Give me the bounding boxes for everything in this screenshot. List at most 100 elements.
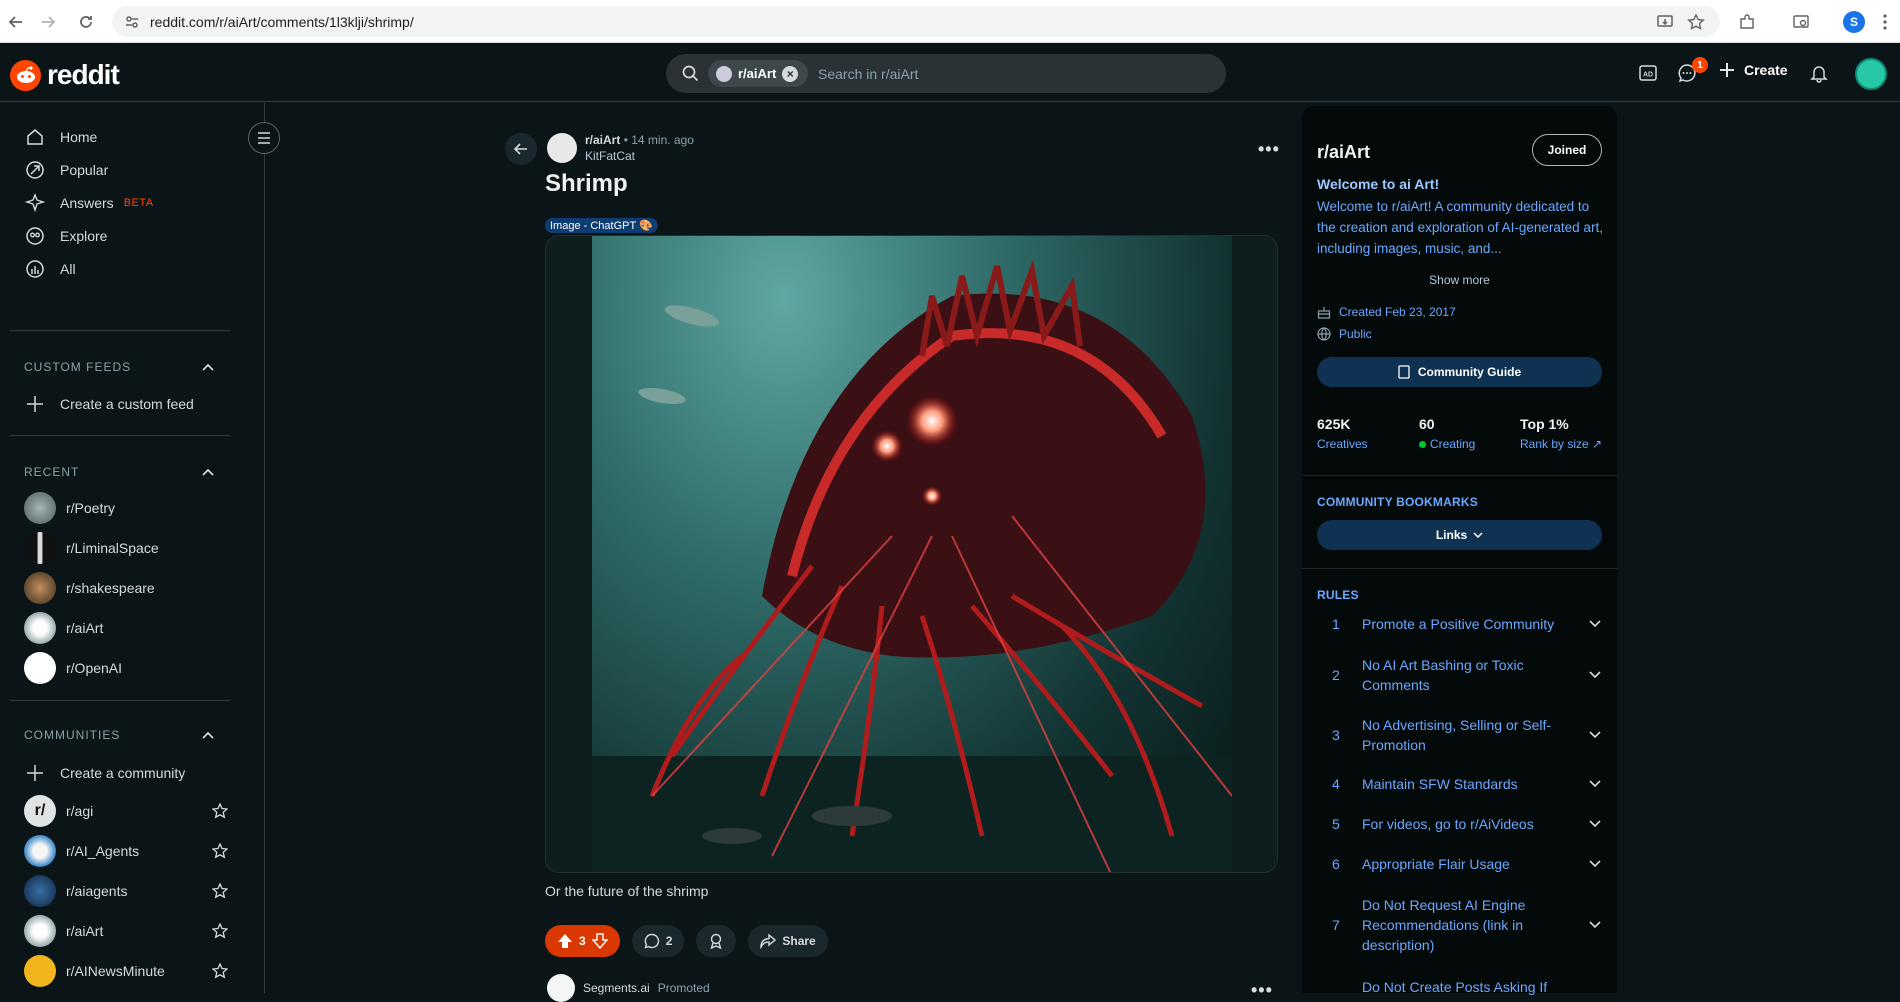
recent-item[interactable]: r/Poetry: [24, 492, 115, 524]
rule-item[interactable]: 3 No Advertising, Selling or Self-Promoti…: [1332, 715, 1602, 755]
communities-header[interactable]: COMMUNITIES: [24, 728, 214, 742]
nav-all[interactable]: All: [24, 258, 76, 280]
nav-home[interactable]: Home: [24, 126, 97, 148]
reddit-logo[interactable]: reddit: [10, 59, 120, 91]
rule-text: Appropriate Flair Usage: [1362, 856, 1510, 872]
community-item[interactable]: r/AI_Agents: [24, 835, 228, 867]
user-avatar[interactable]: [1855, 58, 1887, 90]
subreddit-avatar[interactable]: [547, 133, 577, 163]
post-image-container[interactable]: [545, 235, 1278, 873]
nav-popular[interactable]: Popular: [24, 159, 108, 181]
browser-profile-avatar[interactable]: S: [1843, 11, 1865, 33]
advertise-icon[interactable]: AD: [1636, 61, 1660, 85]
chevron-down-icon: [1589, 820, 1601, 828]
community-name[interactable]: r/aiArt: [1317, 142, 1370, 163]
rules-heading: RULES: [1317, 588, 1359, 602]
post-author[interactable]: KitFatCat: [585, 149, 694, 163]
favorite-star-icon[interactable]: [212, 883, 228, 899]
create-custom-feed[interactable]: Create a custom feed: [24, 393, 194, 415]
community-item[interactable]: r/aiArt: [24, 915, 228, 947]
rule-number: 7: [1332, 917, 1340, 933]
custom-feeds-header[interactable]: CUSTOM FEEDS: [24, 360, 214, 374]
favorite-star-icon[interactable]: [212, 843, 228, 859]
search-bar[interactable]: r/aiArt × Search in r/aiArt: [666, 54, 1226, 93]
links-dropdown[interactable]: Links: [1317, 520, 1602, 550]
community-item[interactable]: r/ r/agi: [24, 795, 228, 827]
collapse-sidebar-button[interactable]: [248, 122, 280, 154]
rule-item[interactable]: Do Not Create Posts Asking If: [1362, 977, 1602, 997]
chat-badge: 1: [1692, 57, 1708, 73]
recent-header[interactable]: RECENT: [24, 465, 214, 479]
extensions-icon[interactable]: [1736, 11, 1758, 33]
rule-number: 3: [1332, 727, 1340, 743]
search-input[interactable]: Search in r/aiArt: [818, 66, 918, 82]
tab-search-icon[interactable]: [1790, 11, 1812, 33]
promoted-post[interactable]: Segments.ai Promoted: [547, 974, 710, 1002]
notification-bell-icon[interactable]: [1807, 61, 1831, 85]
upvote-icon[interactable]: [557, 933, 573, 949]
comments-button[interactable]: 2: [631, 925, 685, 957]
nav-answers[interactable]: Answers BETA: [24, 192, 154, 214]
bookmark-star-icon[interactable]: [1685, 11, 1707, 33]
kebab-menu-icon[interactable]: [1874, 11, 1896, 33]
post-image[interactable]: [592, 236, 1232, 872]
promo-options-icon[interactable]: •••: [1251, 980, 1273, 1001]
chevron-up-icon[interactable]: [202, 468, 214, 476]
chevron-up-icon[interactable]: [202, 363, 214, 371]
post-flair-label: Image - ChatGPT: [550, 219, 637, 232]
recent-item[interactable]: r/aiArt: [24, 612, 103, 644]
community-item[interactable]: r/AINewsMinute: [24, 955, 228, 987]
nav-explore[interactable]: Explore: [24, 225, 107, 247]
forward-arrow-icon[interactable]: [36, 10, 60, 34]
favorite-star-icon[interactable]: [212, 963, 228, 979]
book-icon: [1398, 365, 1410, 379]
recent-item[interactable]: r/shakespeare: [24, 572, 155, 604]
rule-item[interactable]: 1 Promote a Positive Community: [1332, 614, 1602, 634]
back-arrow-icon[interactable]: [4, 10, 28, 34]
post-body: Or the future of the shrimp: [545, 883, 709, 899]
post-subreddit[interactable]: r/aiArt: [585, 133, 620, 147]
share-button[interactable]: Share: [748, 925, 828, 957]
vote-control[interactable]: 3: [545, 925, 620, 957]
post-flair[interactable]: Image - ChatGPT 🎨: [545, 218, 658, 233]
joined-button[interactable]: Joined: [1532, 134, 1602, 166]
rule-item[interactable]: 4 Maintain SFW Standards: [1332, 774, 1602, 794]
award-button[interactable]: [696, 925, 737, 957]
reload-icon[interactable]: [74, 10, 98, 34]
create-button[interactable]: Create: [1718, 61, 1788, 79]
chevron-up-icon[interactable]: [202, 731, 214, 739]
url-text[interactable]: reddit.com/r/aiArt/comments/1l3klji/shri…: [150, 14, 414, 30]
communities-heading: COMMUNITIES: [24, 728, 121, 742]
recent-item[interactable]: r/LiminalSpace: [24, 532, 159, 564]
chevron-down-icon: [1589, 780, 1601, 788]
community-guide-button[interactable]: Community Guide: [1317, 357, 1602, 387]
downvote-icon[interactable]: [591, 933, 608, 949]
community-sidebar: r/aiArt Joined Welcome to ai Art! Welcom…: [1302, 106, 1617, 995]
search-scope-chip[interactable]: r/aiArt ×: [708, 60, 809, 87]
clear-scope-icon[interactable]: ×: [782, 65, 799, 82]
rule-item[interactable]: 6 Appropriate Flair Usage: [1332, 854, 1602, 874]
stat-online: 60 Creating: [1419, 416, 1475, 451]
community-description: Welcome to r/aiArt! A community dedicate…: [1317, 199, 1603, 256]
visibility: Public: [1317, 327, 1372, 341]
community-avatar: [24, 612, 56, 644]
favorite-star-icon[interactable]: [212, 923, 228, 939]
community-item[interactable]: r/aiagents: [24, 875, 228, 907]
post-options-icon[interactable]: •••: [1258, 139, 1280, 160]
back-button[interactable]: [505, 133, 537, 165]
address-bar[interactable]: reddit.com/r/aiArt/comments/1l3klji/shri…: [112, 6, 1720, 37]
rule-number: 5: [1332, 816, 1340, 832]
rule-item[interactable]: 2 No AI Art Bashing or Toxic Comments: [1332, 655, 1602, 695]
recent-item[interactable]: r/OpenAI: [24, 652, 122, 684]
install-app-icon[interactable]: [1654, 11, 1676, 33]
show-more-button[interactable]: Show more: [1302, 273, 1617, 287]
recent-item-label: r/aiArt: [66, 620, 104, 636]
rule-item[interactable]: 5 For videos, go to r/AiVideos: [1332, 814, 1602, 834]
rule-number: 4: [1332, 776, 1340, 792]
create-community[interactable]: Create a community: [24, 762, 185, 784]
favorite-star-icon[interactable]: [212, 803, 228, 819]
chevron-down-icon: [1589, 731, 1601, 739]
rule-item[interactable]: 7 Do Not Request AI Engine Recommendation…: [1332, 895, 1602, 955]
stat-rank[interactable]: Top 1% Rank by size ↗: [1520, 416, 1602, 451]
site-settings-icon[interactable]: [124, 14, 140, 30]
